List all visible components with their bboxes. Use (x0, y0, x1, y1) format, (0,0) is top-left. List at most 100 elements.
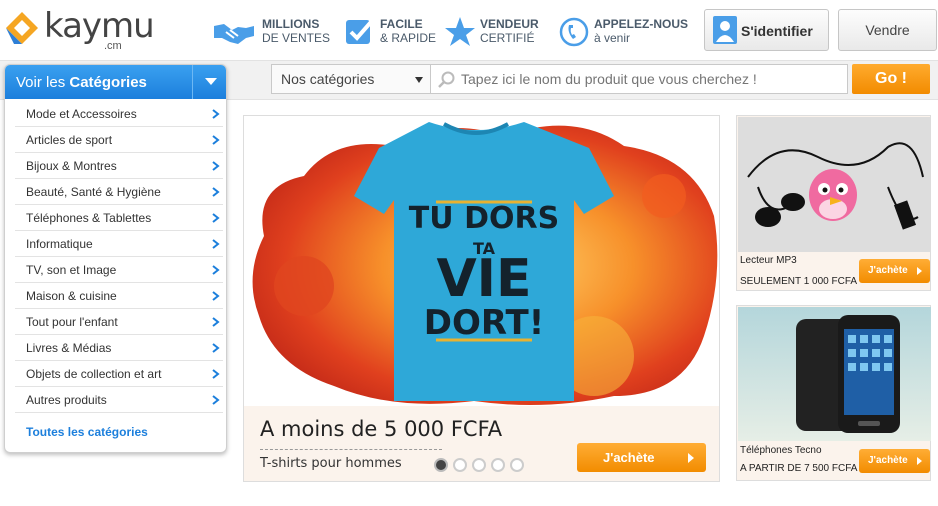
category-item-label: Informatique (26, 237, 93, 251)
kaymu-logo-icon (6, 12, 38, 44)
slide-dot[interactable] (472, 458, 486, 472)
promo-buy-button[interactable]: J'achète (859, 259, 930, 283)
chevron-right-icon (212, 135, 220, 145)
play-arrow-icon (688, 453, 694, 463)
user-icon (713, 16, 737, 44)
category-item[interactable]: TV, son et Image (15, 257, 223, 283)
chevron-right-icon (212, 265, 220, 275)
promo-price: SEULEMENT 1 000 FCFA (740, 276, 858, 287)
categories-panel: Voir les Catégories Mode et Accessoires A… (4, 64, 227, 453)
categories-header[interactable]: Voir les Catégories (5, 65, 226, 99)
login-button[interactable]: S'identifier (704, 9, 829, 51)
chevron-right-icon (212, 291, 220, 301)
feature-line2: & RAPIDE (380, 31, 437, 45)
handshake-icon (214, 24, 254, 44)
star-icon (445, 17, 475, 46)
header: kaymu .cm MILLIONS DE VENTES FACILE & RA… (0, 0, 938, 60)
promo-mp3[interactable]: Lecteur MP3 SEULEMENT 1 000 FCFA J'achèt… (736, 115, 931, 291)
chevron-right-icon (212, 109, 220, 119)
chevron-right-icon (212, 161, 220, 171)
login-label: S'identifier (741, 23, 813, 39)
feature-line2: CERTIFIÉ (480, 31, 535, 45)
promo-buy-label: J'achète (868, 265, 908, 276)
search-field[interactable] (430, 64, 848, 94)
category-item[interactable]: Objets de collection et art (15, 361, 223, 387)
phone-icon (559, 17, 589, 47)
categories-header-label: Voir les Catégories (16, 74, 147, 91)
category-item[interactable]: Beauté, Santé & Hygiène (15, 179, 223, 205)
hero-caption: A moins de 5 000 FCFA T-shirts pour homm… (244, 406, 719, 481)
hero-buy-button[interactable]: J'achète (577, 443, 706, 472)
shirt-text-3: VIE (436, 249, 531, 309)
category-item[interactable]: Autres produits (15, 387, 223, 413)
search-input[interactable] (461, 68, 841, 90)
select-arrow-icon (415, 77, 423, 83)
slide-dot[interactable] (491, 458, 505, 472)
category-item[interactable]: Maison & cuisine (15, 283, 223, 309)
category-item-label: Autres produits (26, 393, 107, 407)
category-select-value: Nos catégories (281, 71, 375, 87)
feature-line1: VENDEUR (480, 17, 539, 31)
feature-seller: VENDEUR CERTIFIÉ (444, 16, 544, 48)
hero-subtitle: T-shirts pour hommes (260, 456, 402, 471)
category-item[interactable]: Livres & Médias (15, 335, 223, 361)
category-item[interactable]: Mode et Accessoires (15, 101, 223, 127)
feature-call: APPELEZ-NOUS à venir (558, 16, 693, 48)
hero-banner[interactable]: TU DORS TA VIE DORT! A moins de 5 000 FC… (243, 115, 720, 482)
category-item[interactable]: Articles de sport (15, 127, 223, 153)
categories-header-bold: Catégories (69, 74, 147, 91)
play-arrow-icon (917, 457, 922, 465)
feature-line2: DE VENTES (262, 31, 331, 45)
category-item[interactable]: Tout pour l'enfant (15, 309, 223, 335)
play-arrow-icon (917, 267, 922, 275)
hero-title: A moins de 5 000 FCFA (260, 417, 503, 441)
slide-dot[interactable] (453, 458, 467, 472)
category-item[interactable]: Téléphones & Tablettes (15, 205, 223, 231)
slide-dot[interactable] (434, 458, 448, 472)
sell-button[interactable]: Vendre (838, 9, 937, 51)
category-item-label: TV, son et Image (26, 263, 117, 277)
category-item-label: Beauté, Santé & Hygiène (26, 185, 161, 199)
chevron-right-icon (212, 317, 220, 327)
slide-dots (434, 458, 529, 474)
promo-price: A PARTIR DE 7 500 FCFA (740, 463, 858, 474)
feature-line1: APPELEZ-NOUS (594, 17, 689, 31)
category-item-label: Téléphones & Tablettes (26, 211, 152, 225)
search-icon (438, 71, 455, 88)
category-item[interactable]: Bijoux & Montres (15, 153, 223, 179)
category-select[interactable]: Nos catégories (271, 64, 431, 94)
category-item-label: Objets de collection et art (26, 367, 162, 381)
chevron-right-icon (212, 187, 220, 197)
slide-dot[interactable] (510, 458, 524, 472)
feature-line1: MILLIONS (262, 17, 320, 31)
checkbox-icon (346, 20, 373, 44)
promo-name: Téléphones Tecno (740, 445, 822, 456)
promo-buy-button[interactable]: J'achète (859, 449, 930, 473)
category-item-label: Livres & Médias (26, 341, 112, 355)
kaymu-logo[interactable]: kaymu .cm (4, 6, 155, 54)
feature-easy: FACILE & RAPIDE (344, 16, 439, 48)
chevron-right-icon (212, 239, 220, 249)
chevron-right-icon (212, 369, 220, 379)
feature-line2: à venir (594, 31, 631, 45)
chevron-right-icon (212, 213, 220, 223)
category-item-label: Mode et Accessoires (26, 107, 137, 121)
category-item-label: Tout pour l'enfant (26, 315, 118, 329)
brand-domain: .cm (104, 40, 122, 52)
mp3-player-image (738, 117, 931, 252)
chevron-right-icon (212, 343, 220, 353)
feature-line1: FACILE (380, 17, 423, 31)
hero-image: TU DORS TA VIE DORT! (244, 116, 719, 406)
tecno-phone-image (738, 307, 931, 441)
category-item-label: Maison & cuisine (26, 289, 117, 303)
chevron-down-icon[interactable] (192, 65, 226, 99)
brand-name: kaymu (44, 6, 155, 46)
all-categories-link[interactable]: Toutes les catégories (26, 425, 148, 439)
chevron-right-icon (212, 395, 220, 405)
go-button[interactable]: Go ! (852, 64, 930, 94)
hero-buy-label: J'achète (603, 450, 655, 465)
hero-divider (260, 449, 442, 450)
feature-sales: MILLIONS DE VENTES (212, 16, 337, 48)
category-item[interactable]: Informatique (15, 231, 223, 257)
promo-tecno[interactable]: Téléphones Tecno A PARTIR DE 7 500 FCFA … (736, 305, 931, 481)
